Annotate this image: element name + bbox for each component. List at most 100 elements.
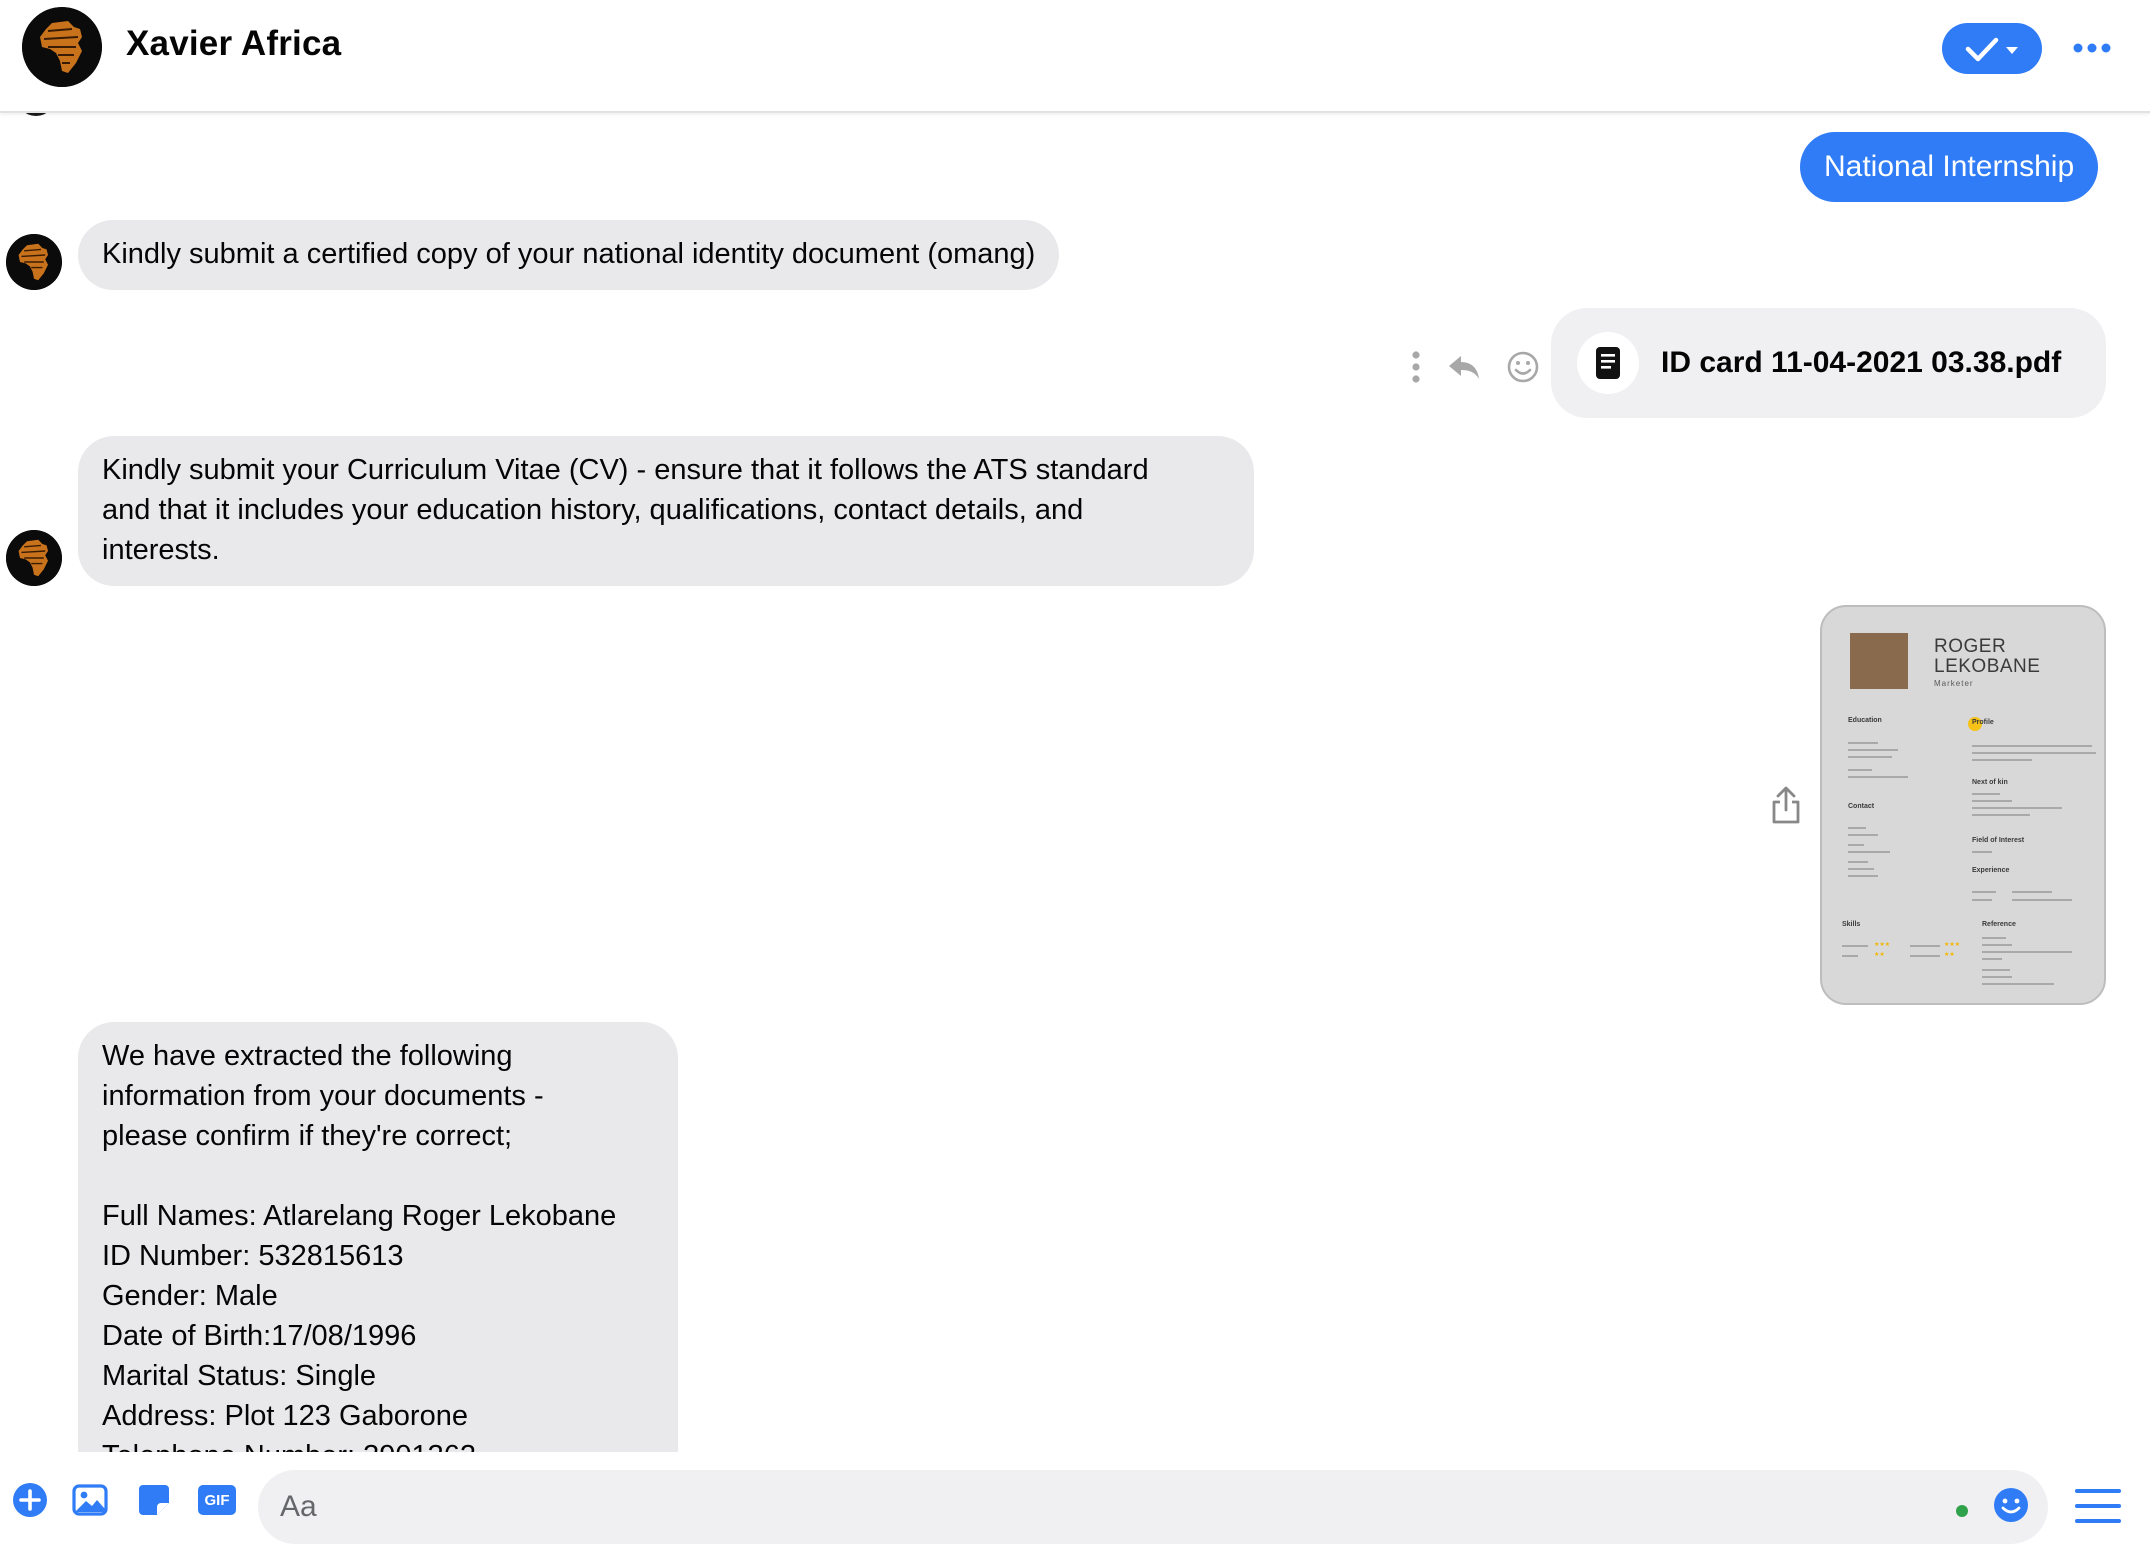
- cv-section-heading: Contact: [1848, 803, 1875, 810]
- file-attachment-message[interactable]: ID card 11-04-2021 03.38.pdf: [1551, 308, 2106, 418]
- cv-text-line: [1848, 875, 1878, 877]
- add-icon: [13, 1483, 47, 1517]
- share-icon: [1772, 786, 1800, 824]
- more-actions-button[interactable]: [1410, 350, 1422, 384]
- react-button[interactable]: [1506, 350, 1540, 384]
- cv-text-line: [1848, 834, 1878, 836]
- message-input[interactable]: [258, 1470, 2048, 1544]
- menu-button[interactable]: [2072, 1484, 2124, 1528]
- message-line: Date of Birth:17/08/1996: [102, 1320, 417, 1352]
- cv-text-line: [1848, 776, 1908, 778]
- outgoing-message[interactable]: National Internship: [1800, 132, 2099, 202]
- message-line: Telephone Number: 3901362: [102, 1436, 654, 1452]
- check-dropdown-icon: [1965, 37, 2018, 61]
- cv-text-line: [1910, 955, 1940, 957]
- emoji-button[interactable]: [1992, 1486, 2030, 1524]
- react-emoji-icon: [1507, 351, 1539, 383]
- message-line: We have extracted the following: [102, 1040, 513, 1072]
- cv-section-heading: Education: [1848, 717, 1882, 724]
- cv-text-line: [1972, 752, 2096, 754]
- cv-text-line: [2012, 891, 2052, 893]
- file-icon-badge: [1577, 332, 1639, 394]
- cv-text-line: [1982, 937, 2006, 939]
- contact-name[interactable]: Xavier Africa: [126, 24, 341, 64]
- cv-text-line: [1972, 851, 1992, 853]
- cv-text-line: [2012, 899, 2072, 901]
- message-line: Full Names: Atlarelang Roger Lekobane: [102, 1200, 617, 1232]
- chat-header: Xavier Africa: [0, 0, 2150, 113]
- more-horizontal-icon: [2073, 43, 2111, 53]
- cv-text-line: [1848, 868, 1874, 870]
- cv-text-line: [1982, 969, 2010, 971]
- cv-skill-stars: ★★★: [1874, 942, 1891, 948]
- cv-text-line: [1848, 756, 1892, 758]
- cv-skill-stars: ★★★: [1944, 942, 1961, 948]
- reply-icon: [1449, 356, 1479, 379]
- photo-button[interactable]: [70, 1480, 110, 1520]
- cv-text-line: [1972, 899, 1992, 901]
- more-options-button[interactable]: [2066, 22, 2118, 74]
- incoming-message[interactable]: We have extracted the following informat…: [78, 1022, 678, 1452]
- message-text: National Internship: [1824, 150, 2075, 183]
- mark-done-button[interactable]: [1942, 23, 2042, 74]
- cv-text-line: [1972, 891, 1996, 893]
- cv-text-line: [1848, 851, 1890, 853]
- message-line: Marital Status: Single: [102, 1360, 377, 1392]
- message-line: ID Number: 532815613: [102, 1240, 404, 1272]
- sender-avatar[interactable]: [6, 234, 62, 290]
- cv-text-line: [1982, 983, 2054, 985]
- africa-logo-icon: [6, 234, 62, 290]
- cv-text-line: [1972, 759, 2032, 761]
- cv-text-line: [1982, 958, 2002, 960]
- cv-text-line: [1972, 745, 2092, 747]
- cv-photo: [1850, 633, 1908, 689]
- incoming-message[interactable]: Kindly submit your Curriculum Vitae (CV)…: [78, 436, 1254, 586]
- cv-section-heading: Experience: [1972, 867, 2010, 874]
- sender-avatar[interactable]: [6, 530, 62, 586]
- cv-role: Marketer: [1934, 679, 1974, 688]
- cv-skill-stars: ★★: [1944, 952, 1955, 958]
- cv-section-heading: Reference: [1982, 921, 2016, 928]
- incoming-message[interactable]: Kindly submit a certified copy of your n…: [78, 220, 1060, 290]
- cv-text-line: [1972, 807, 2062, 809]
- cv-section-heading: Field of Interest: [1972, 837, 2025, 844]
- cv-skill-stars: ★★: [1874, 952, 1885, 958]
- photo-icon: [72, 1484, 108, 1516]
- gif-label: GIF: [204, 1491, 230, 1509]
- reply-button[interactable]: [1447, 353, 1481, 381]
- cv-text-line: [1848, 844, 1864, 846]
- cv-text-line: [1972, 800, 2012, 802]
- message-line: and that it includes your education hist…: [102, 494, 1084, 526]
- message-line: Gender: Male: [102, 1280, 278, 1312]
- message-actions: [1410, 342, 1540, 392]
- message-line: Address: Plot 123 Gaborone: [102, 1400, 468, 1432]
- gif-button[interactable]: GIF: [197, 1480, 237, 1520]
- message-line: Kindly submit your Curriculum Vitae (CV)…: [102, 454, 1149, 486]
- cv-section-heading: Skills: [1842, 921, 1861, 928]
- cv-text-line: [1848, 827, 1866, 829]
- message-line: information from your documents -: [102, 1080, 544, 1112]
- contact-avatar[interactable]: [22, 7, 102, 87]
- document-icon: [1596, 347, 1620, 379]
- cv-text-line: [1982, 976, 2012, 978]
- cv-first-name: ROGER: [1934, 636, 2007, 657]
- cv-image-attachment[interactable]: ROGER LEKOBANE Marketer Education Profil…: [1820, 605, 2106, 1005]
- africa-logo-icon: [6, 530, 62, 586]
- cv-text-line: [1842, 945, 1868, 947]
- message-line: interests.: [102, 534, 220, 566]
- message-list[interactable]: National Internship Kindly submit a cert…: [0, 112, 2150, 1452]
- message-line: please confirm if they're correct;: [102, 1120, 513, 1152]
- cv-last-name: LEKOBANE: [1934, 656, 2041, 677]
- add-button[interactable]: [10, 1480, 50, 1520]
- africa-logo-icon: [22, 7, 102, 87]
- cv-text-line: [1972, 793, 2000, 795]
- share-button[interactable]: [1768, 784, 1804, 826]
- sticker-button[interactable]: [134, 1480, 174, 1520]
- cv-text-line: [1848, 742, 1878, 744]
- cv-section-heading: Next of kin: [1972, 779, 2008, 786]
- cv-text-line: [1848, 861, 1868, 863]
- message-text: Kindly submit a certified copy of your n…: [102, 238, 1036, 270]
- emoji-icon: [1994, 1488, 2028, 1522]
- cv-text-line: [1848, 769, 1872, 771]
